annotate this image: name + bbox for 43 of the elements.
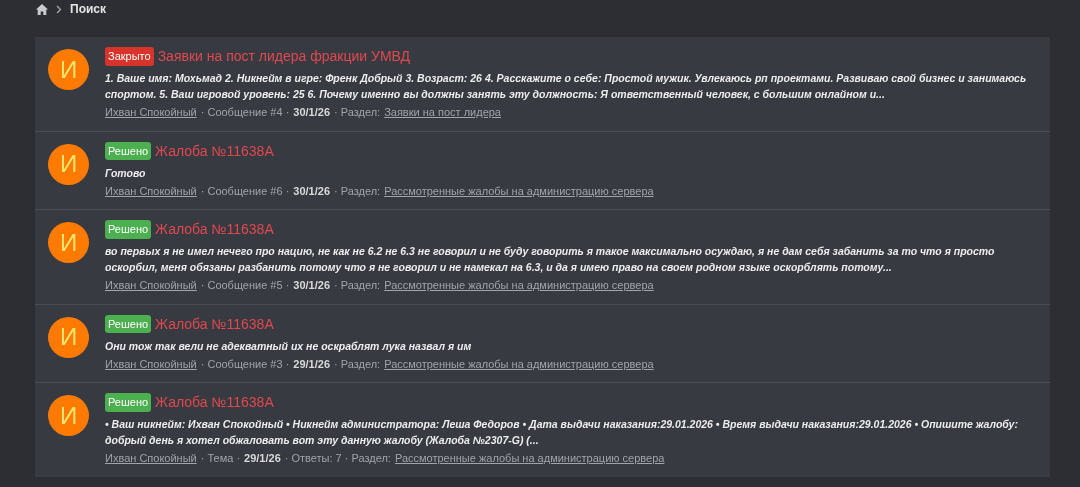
meta-text: · Сообщение #6 ·: [200, 183, 290, 199]
thread-title-link[interactable]: Заявки на пост лидера фракции УМВД: [157, 46, 411, 67]
meta-text: · Сообщение #4 ·: [200, 105, 290, 120]
username-link[interactable]: Ихван Спокойный: [105, 277, 197, 294]
thread-title-link[interactable]: Жалоба №11638A: [155, 140, 274, 162]
home-icon[interactable]: [36, 3, 48, 15]
post-date: 29/1/26: [244, 451, 281, 466]
post-date: 30/1/26: [293, 278, 330, 293]
forum-section-link[interactable]: Рассмотренные жалобы на администрацию сервера: [394, 450, 665, 467]
post-snippet: Готово: [105, 165, 147, 181]
post-date: 30/1/26: [293, 183, 330, 199]
meta-text: · Ответы: 7 · Раздел:: [284, 451, 391, 466]
status-label: Решено: [105, 393, 152, 412]
username-link[interactable]: Ихван Спокойный: [105, 355, 197, 372]
meta-text: · Раздел:: [334, 356, 381, 372]
meta-text: · Сообщение #5 ·: [200, 278, 290, 293]
status-label: Решено: [105, 141, 152, 161]
forum-section-link[interactable]: Заявки на пост лидера: [384, 104, 501, 121]
meta-text: · Раздел:: [334, 105, 381, 120]
thread-title-link[interactable]: Жалоба №11638A: [155, 313, 274, 335]
username-link[interactable]: Ихван Спокойный: [105, 182, 197, 199]
forum-section-link[interactable]: Рассмотренные жалобы на администрацию сервера: [384, 182, 654, 199]
thread-title-link[interactable]: Жалоба №11638A: [155, 219, 274, 240]
post-snippet: Они тож так вели не адекватный их не оскраблят лука назвал я им: [105, 338, 473, 354]
post-snippet: во первых я не имел нечего про нацию, не как не 6.2 не 6.3 не говорил и не буду говорить я такое максимально осуждаю, я не дам себя забанить за то что я просто оскорбил, меня обязаны разбанить потому что я не говорил и не намекал на 6.3, и да я имею право на своем родном языке оскорблять потому...: [105, 244, 996, 275]
post-date: 30/1/26: [293, 105, 330, 120]
post-snippet: • Ваш никнейм: Ихван Спокойный • Никнейм администратора: Леша Федоров • Дата выдачи наказания:29.01.2026 • Время выдачи наказания:29.01.2026 • Опишите жалобу: добрый день я хотел обжаловать вот эту данную жалобу (Жалоба №2307-G) (...: [105, 417, 1019, 448]
meta-text: · Раздел:: [334, 183, 381, 199]
post-snippet: 1. Ваше имя: Мохьмад 2. Никнейм в игре: Френк Добрый 3. Возраст: 26 4. Расскажите о себе: Простой мужик. Увлекаюсь рп проектами. Развиваю свой бизнес и занимаюсь спортом. 5. Ваш игровой уровень: 25 6. Почему именно вы должны занять эту должность: Я ответственный человек, с большим онлайном и...: [105, 71, 1028, 102]
status-label: Решено: [105, 220, 152, 239]
thread-title-link[interactable]: Жалоба №11638A: [155, 392, 274, 413]
breadcrumb-item[interactable]: Поиск: [70, 0, 106, 18]
username-link[interactable]: Ихван Спокойный: [105, 450, 197, 467]
meta-text: · Раздел:: [334, 278, 381, 293]
forum-section-link[interactable]: Рассмотренные жалобы на администрацию сервера: [384, 277, 654, 294]
meta-text: · Тема ·: [200, 451, 241, 466]
status-label: Решено: [105, 314, 152, 334]
forum-section-link[interactable]: Рассмотренные жалобы на администрацию сервера: [384, 355, 654, 372]
chevron-icon: [56, 4, 62, 14]
status-label: Закрыто: [105, 47, 154, 66]
meta-text: · Сообщение #3 ·: [200, 356, 290, 372]
username-link[interactable]: Ихван Спокойный: [105, 104, 197, 121]
post-date: 29/1/26: [293, 356, 330, 372]
